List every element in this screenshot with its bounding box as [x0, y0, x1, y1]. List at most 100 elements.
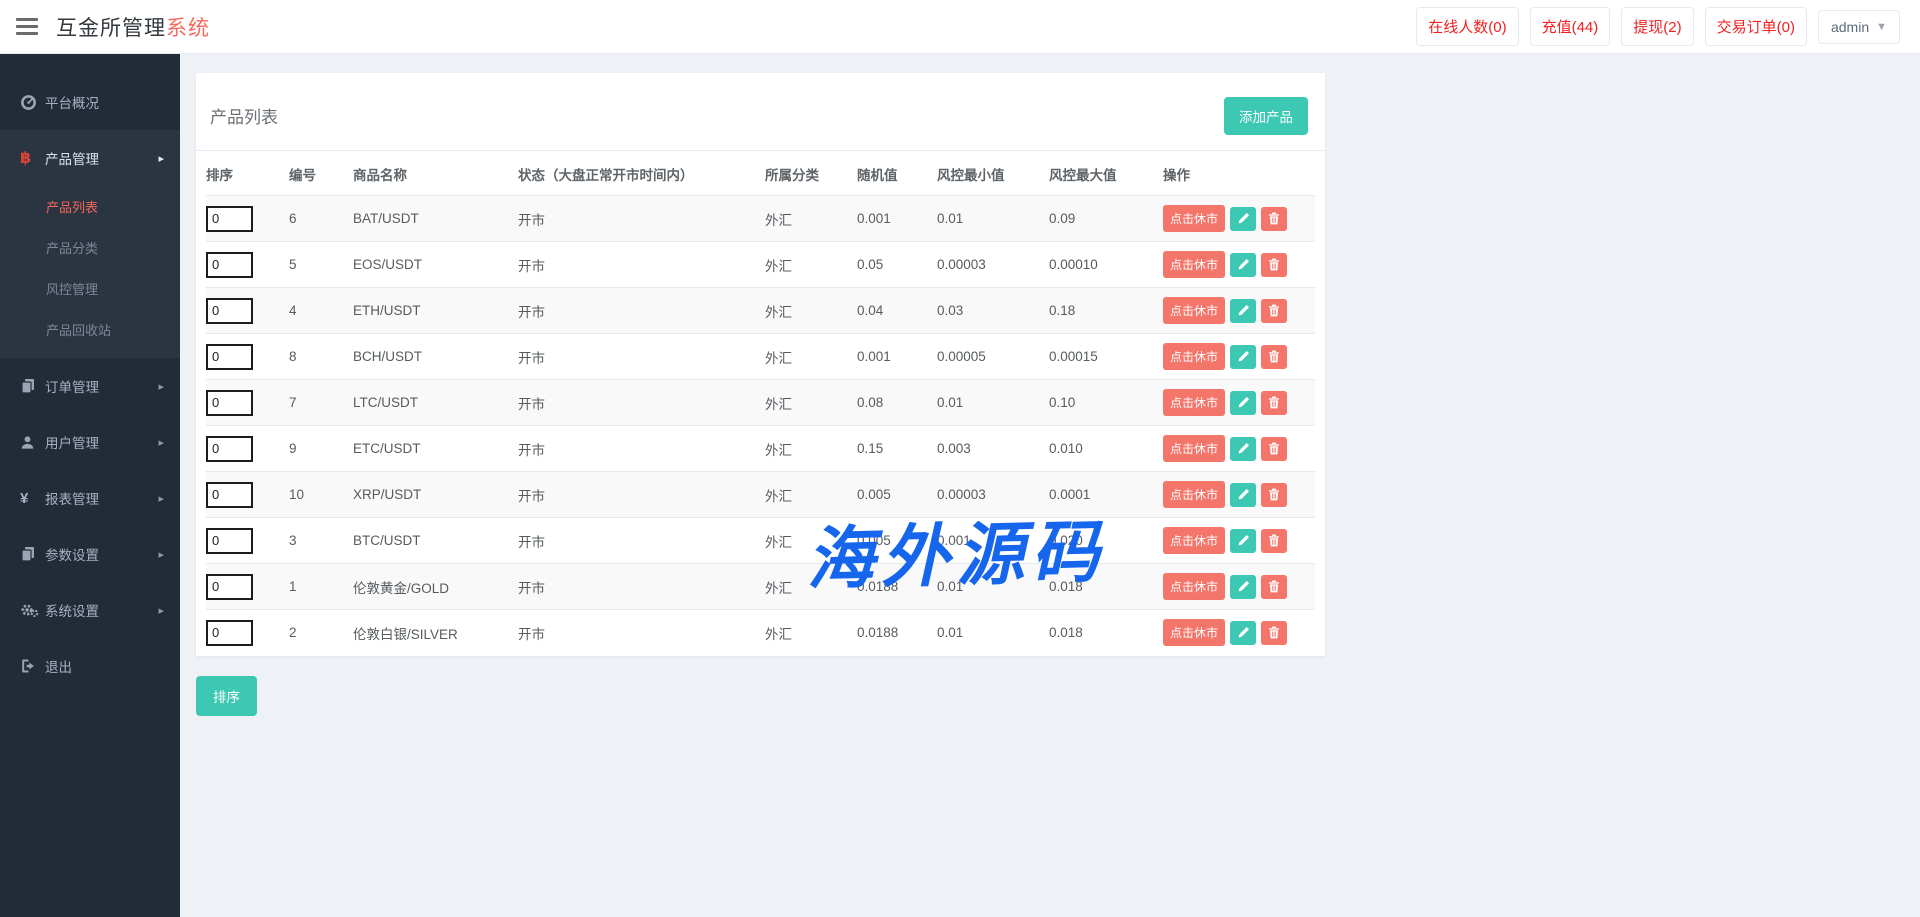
chevron-right-icon: ▸: [158, 604, 164, 617]
sort-order-input[interactable]: [206, 620, 253, 646]
random-value: 0.0188: [857, 564, 937, 610]
sidebar-item-overview[interactable]: 平台概况: [0, 74, 180, 130]
close-market-button[interactable]: 点击休市: [1163, 527, 1225, 554]
close-market-button[interactable]: 点击休市: [1163, 481, 1225, 508]
edit-button[interactable]: [1230, 529, 1256, 553]
delete-button[interactable]: [1261, 483, 1287, 507]
sidebar-item-users[interactable]: 用户管理▸: [0, 414, 180, 470]
risk-max-value: 0.10: [1049, 380, 1163, 426]
edit-button[interactable]: [1230, 299, 1256, 323]
edit-button[interactable]: [1230, 575, 1256, 599]
close-market-button[interactable]: 点击休市: [1163, 389, 1225, 416]
row-actions: 点击休市: [1163, 343, 1309, 370]
table-row: 2伦敦白银/SILVER开市外汇0.01880.010.018点击休市: [206, 610, 1315, 656]
sidebar-subitem[interactable]: 产品回收站: [0, 309, 180, 350]
chevron-right-icon: ▸: [158, 380, 164, 393]
stat-badge-online[interactable]: 在线人数(0): [1416, 7, 1518, 46]
stat-badge-withdraw[interactable]: 提现(2): [1621, 7, 1693, 46]
table-row: 7LTC/USDT开市外汇0.080.010.10点击休市: [206, 380, 1315, 426]
sidebar-item-reports[interactable]: ¥报表管理▸: [0, 470, 180, 526]
delete-button[interactable]: [1261, 621, 1287, 645]
edit-button[interactable]: [1230, 391, 1256, 415]
delete-button[interactable]: [1261, 345, 1287, 369]
hamburger-menu-icon[interactable]: [16, 18, 38, 35]
edit-button[interactable]: [1230, 621, 1256, 645]
app-title-accent: 系统: [166, 17, 210, 40]
close-market-button[interactable]: 点击休市: [1163, 435, 1225, 462]
delete-button[interactable]: [1261, 529, 1287, 553]
chevron-right-icon: ▸: [158, 548, 164, 561]
sidebar-item-orders[interactable]: 订单管理▸: [0, 358, 180, 414]
sidebar-item-label: 用户管理: [45, 432, 99, 452]
product-category: 外汇: [765, 288, 857, 334]
sort-order-input[interactable]: [206, 574, 253, 600]
product-id: 7: [289, 380, 353, 426]
pencil-icon: [1237, 258, 1250, 271]
sort-order-input[interactable]: [206, 344, 253, 370]
edit-button[interactable]: [1230, 437, 1256, 461]
delete-button[interactable]: [1261, 299, 1287, 323]
product-name: BTC/USDT: [353, 518, 518, 564]
sidebar-item-logout[interactable]: 退出: [0, 638, 180, 694]
chevron-right-icon: ▸: [158, 152, 164, 165]
add-product-button[interactable]: 添加产品: [1224, 97, 1308, 135]
edit-button[interactable]: [1230, 345, 1256, 369]
close-market-button[interactable]: 点击休市: [1163, 297, 1225, 324]
product-name: 伦敦白银/SILVER: [353, 610, 518, 656]
bitcoin-icon: ฿: [20, 148, 45, 168]
stat-badge-recharge[interactable]: 充值(44): [1530, 7, 1611, 46]
close-market-button[interactable]: 点击休市: [1163, 343, 1225, 370]
column-header: 状态（大盘正常开市时间内）: [518, 151, 765, 196]
product-name: EOS/USDT: [353, 242, 518, 288]
column-header: 所属分类: [765, 151, 857, 196]
sidebar-subitem[interactable]: 风控管理: [0, 268, 180, 309]
delete-button[interactable]: [1261, 207, 1287, 231]
sort-order-input[interactable]: [206, 482, 253, 508]
row-actions: 点击休市: [1163, 619, 1309, 646]
pencil-icon: [1237, 442, 1250, 455]
product-id: 5: [289, 242, 353, 288]
close-market-button[interactable]: 点击休市: [1163, 619, 1225, 646]
sort-order-input[interactable]: [206, 390, 253, 416]
sort-button[interactable]: 排序: [196, 676, 257, 716]
sort-order-input[interactable]: [206, 436, 253, 462]
product-status: 开市: [518, 472, 765, 518]
edit-button[interactable]: [1230, 253, 1256, 277]
stat-badge-orders[interactable]: 交易订单(0): [1705, 7, 1807, 46]
sort-order-input[interactable]: [206, 528, 253, 554]
dashboard-icon: [20, 94, 45, 111]
pencil-icon: [1237, 304, 1250, 317]
orders-icon: [20, 378, 45, 394]
sort-order-input[interactable]: [206, 298, 253, 324]
close-market-button[interactable]: 点击休市: [1163, 251, 1225, 278]
trash-icon: [1268, 442, 1280, 455]
close-market-button[interactable]: 点击休市: [1163, 573, 1225, 600]
sidebar-subitem[interactable]: 产品列表: [0, 186, 180, 227]
delete-button[interactable]: [1261, 253, 1287, 277]
risk-min-value: 0.003: [937, 426, 1049, 472]
close-market-button[interactable]: 点击休市: [1163, 205, 1225, 232]
delete-button[interactable]: [1261, 575, 1287, 599]
admin-dropdown[interactable]: admin ▼: [1818, 10, 1900, 44]
column-header: 商品名称: [353, 151, 518, 196]
sidebar-item-params[interactable]: 参数设置▸: [0, 526, 180, 582]
risk-min-value: 0.00005: [937, 334, 1049, 380]
edit-button[interactable]: [1230, 207, 1256, 231]
sidebar-group-products: ฿产品管理▸产品列表产品分类风控管理产品回收站: [0, 130, 180, 358]
column-header: 编号: [289, 151, 353, 196]
table-row: 10XRP/USDT开市外汇0.0050.000030.0001点击休市: [206, 472, 1315, 518]
risk-max-value: 0.020: [1049, 518, 1163, 564]
delete-button[interactable]: [1261, 437, 1287, 461]
sidebar-subitem[interactable]: 产品分类: [0, 227, 180, 268]
pencil-icon: [1237, 396, 1250, 409]
sidebar-item-products[interactable]: ฿产品管理▸: [0, 130, 180, 186]
user-icon: [20, 435, 45, 450]
risk-min-value: 0.01: [937, 610, 1049, 656]
sort-order-input[interactable]: [206, 206, 253, 232]
edit-button[interactable]: [1230, 483, 1256, 507]
sidebar-item-system[interactable]: 系统设置▸: [0, 582, 180, 638]
pencil-icon: [1237, 212, 1250, 225]
row-actions: 点击休市: [1163, 251, 1309, 278]
sort-order-input[interactable]: [206, 252, 253, 278]
delete-button[interactable]: [1261, 391, 1287, 415]
